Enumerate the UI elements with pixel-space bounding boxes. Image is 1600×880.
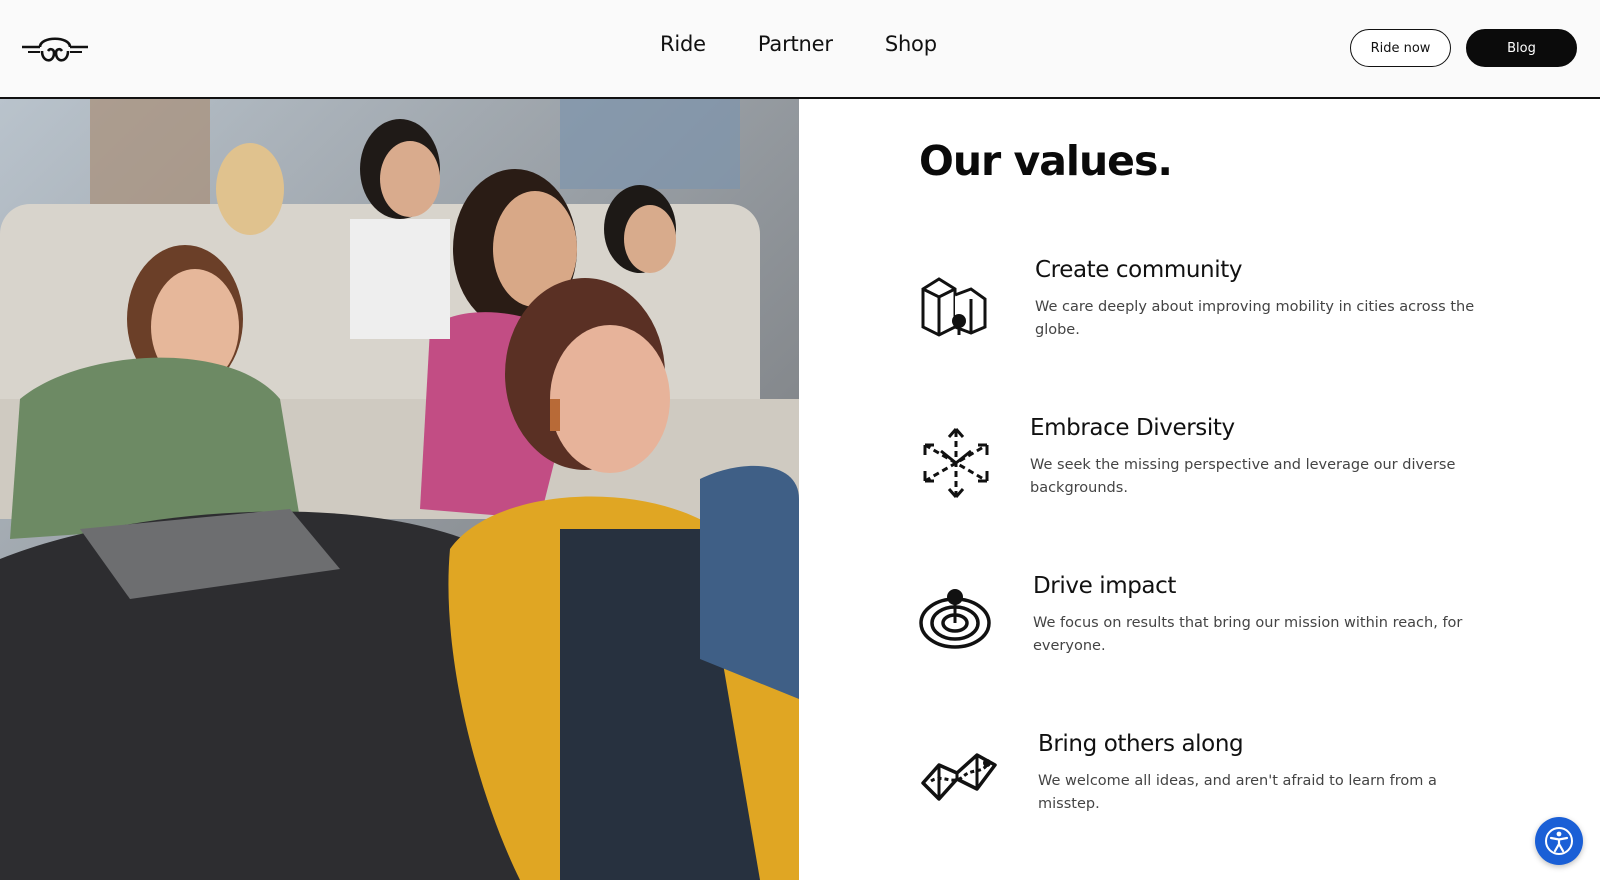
accessibility-person-icon — [1545, 827, 1573, 855]
value-text: We focus on results that bring our missi… — [1033, 615, 1463, 654]
site-header: Ride Partner Shop Ride now Blog — [0, 0, 1600, 99]
accessibility-button[interactable] — [1535, 817, 1583, 865]
diversity-arrows-icon — [919, 423, 999, 503]
nav-link-shop[interactable]: Shop — [885, 32, 937, 56]
ride-now-button[interactable]: Ride now — [1350, 29, 1451, 67]
bird-logo-icon[interactable] — [20, 28, 90, 68]
value-heading: Bring others along — [1038, 731, 1244, 757]
blog-button[interactable]: Blog — [1466, 29, 1577, 67]
nav-link-partner[interactable]: Partner — [758, 32, 833, 56]
target-pin-icon — [919, 583, 999, 663]
value-heading: Embrace Diversity — [1030, 415, 1235, 441]
main-nav: Ride Partner Shop — [660, 32, 937, 56]
values-section: Our values. Create community We care dee… — [799, 99, 1600, 880]
value-item-drive-impact: Drive impact We focus on results that br… — [919, 573, 1519, 683]
value-text: We welcome all ideas, and aren't afraid … — [1038, 773, 1437, 812]
value-heading: Create community — [1035, 257, 1243, 283]
nav-link-ride[interactable]: Ride — [660, 32, 706, 56]
team-photo — [0, 99, 799, 880]
map-route-icon — [919, 743, 999, 823]
value-heading: Drive impact — [1033, 573, 1176, 599]
value-item-embrace-diversity: Embrace Diversity We seek the missing pe… — [919, 415, 1519, 525]
value-text: We seek the missing perspective and leve… — [1030, 457, 1456, 496]
value-item-bring-others-along: Bring others along We welcome all ideas,… — [919, 731, 1519, 841]
buildings-community-icon — [919, 269, 999, 349]
value-text: We care deeply about improving mobility … — [1035, 299, 1475, 338]
values-title: Our values. — [919, 137, 1173, 185]
value-item-create-community: Create community We care deeply about im… — [919, 257, 1519, 367]
